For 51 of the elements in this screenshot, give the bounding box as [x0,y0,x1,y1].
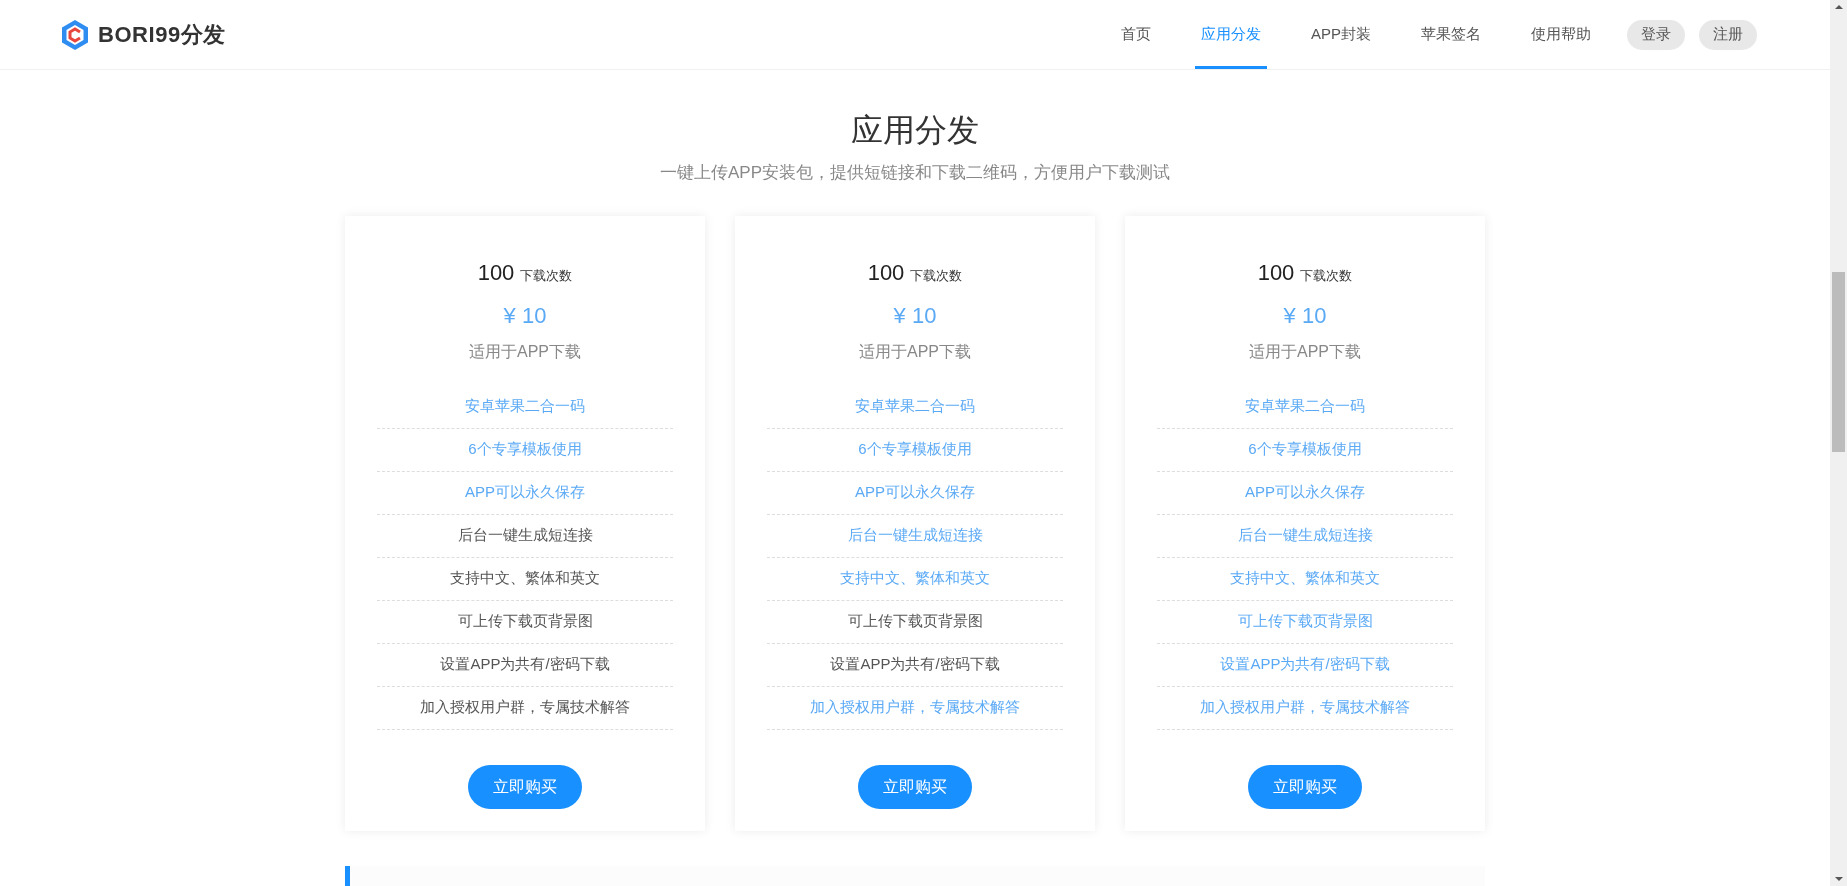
feature-item: 加入授权用户群，专属技术解答 [377,686,673,730]
feature-item: 加入授权用户群，专属技术解答 [1157,686,1453,730]
feature-item: 可上传下载页背景图 [377,600,673,644]
feature-item: 安卓苹果二合一码 [767,385,1063,429]
feature-item: 后台一键生成短连接 [1157,514,1453,558]
feature-item: APP可以永久保存 [1157,471,1453,515]
feature-item: 后台一键生成短连接 [767,514,1063,558]
download-count: 100 [477,258,515,287]
feature-item: 设置APP为共有/密码下载 [767,643,1063,687]
count-unit: 下载次数 [520,266,573,285]
feature-item: 安卓苹果二合一码 [1157,385,1453,429]
feature-item: 6个专享模板使用 [1157,428,1453,472]
nav-link[interactable]: 苹果签名 [1415,0,1487,69]
count-unit: 下载次数 [910,266,963,285]
account-button[interactable]: 注册 [1699,19,1757,50]
plan-note: 适用于APP下载 [859,341,971,362]
scrollbar[interactable] [1830,0,1847,886]
feature-item: 6个专享模板使用 [377,428,673,472]
brand-name[interactable]: BORI99分发 [98,18,226,51]
feature-item: 后台一键生成短连接 [377,514,673,558]
plan-price: ¥ 10 [893,301,937,330]
feature-item: APP可以永久保存 [377,471,673,515]
feature-item: 可上传下载页背景图 [1157,600,1453,644]
feature-item: 加入授权用户群，专属技术解答 [767,686,1063,730]
feature-item: APP可以永久保存 [767,471,1063,515]
plan-note: 适用于APP下载 [469,341,581,362]
count-unit: 下载次数 [1300,266,1353,285]
nav-link[interactable]: 首页 [1115,0,1157,69]
feature-item: 支持中文、繁体和英文 [767,557,1063,601]
nav-link[interactable]: 使用帮助 [1525,0,1597,69]
plan-price: ¥ 10 [1283,301,1327,330]
page-title: 应用分发 [851,111,979,150]
plan-note: 适用于APP下载 [1249,341,1361,362]
feature-item: 可上传下载页背景图 [767,600,1063,644]
feature-item: 支持中文、繁体和英文 [377,557,673,601]
nav-link[interactable]: 应用分发 [1195,0,1267,69]
feature-item: 设置APP为共有/密码下载 [377,643,673,687]
hexagon-logo-icon [60,18,90,51]
feature-item: 安卓苹果二合一码 [377,385,673,429]
download-count: 100 [867,258,905,287]
feature-item: 6个专享模板使用 [767,428,1063,472]
download-count: 100 [1257,258,1295,287]
feature-item: 支持中文、繁体和英文 [1157,557,1453,601]
scroll-down-icon[interactable] [1834,877,1843,881]
account-button[interactable]: 登录 [1627,19,1685,50]
plan-price: ¥ 10 [503,301,547,330]
scroll-up-icon[interactable] [1834,5,1843,9]
nav-link[interactable]: APP封装 [1305,0,1377,69]
scroll-thumb[interactable] [1832,272,1845,452]
feature-item: 设置APP为共有/密码下载 [1157,643,1453,687]
page-subtitle: 一键上传APP安装包，提供短链接和下载二维码，方便用户下载测试 [660,162,1170,184]
